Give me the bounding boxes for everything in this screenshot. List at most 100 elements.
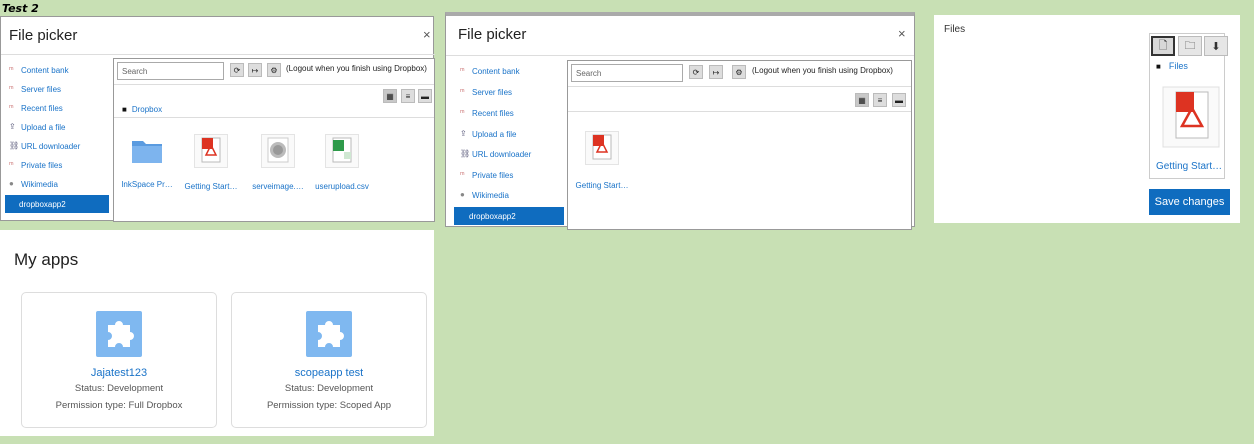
repository-icon: ᵐ	[460, 108, 465, 117]
close-icon[interactable]: ×	[898, 26, 906, 41]
pdf-icon	[1162, 86, 1220, 153]
repository-icon: ᵐ	[460, 66, 465, 75]
save-changes-button[interactable]: Save changes	[1149, 189, 1230, 215]
divider	[114, 117, 434, 118]
nav-private-files[interactable]: ᵐ Private files	[9, 156, 62, 174]
app-name-link[interactable]: Jajatest123	[22, 367, 216, 379]
file-thumbnail[interactable]	[1162, 86, 1220, 148]
app-permission: Permission type: Scoped App	[266, 400, 392, 411]
breadcrumb-dropbox[interactable]: Dropbox	[132, 105, 162, 114]
logout-button[interactable]: ↦	[248, 63, 262, 77]
create-folder-button[interactable]: 🗀	[1178, 36, 1202, 56]
list-view-button[interactable]: ≡	[401, 89, 415, 103]
app-card[interactable]: Jajatest123 Status: Development Permissi…	[21, 292, 217, 428]
pdf-icon	[194, 134, 228, 168]
download-button[interactable]: ⬇	[1204, 36, 1228, 56]
logout-button[interactable]: ↦	[709, 65, 723, 79]
list-view-button[interactable]: ≡	[873, 93, 887, 107]
app-status: Status: Development	[284, 383, 374, 394]
repository-icon: ᵐ	[9, 103, 14, 112]
file-tile[interactable]: Getting Start…	[574, 131, 630, 190]
file-picker-2: File picker × ᵐ Content bank ᵐ Server file…	[445, 12, 915, 230]
nav-content-bank[interactable]: ᵐ Content bank	[9, 61, 69, 79]
icon-view-button[interactable]: ▦	[383, 89, 397, 103]
app-name-link[interactable]: scopeapp test	[232, 367, 426, 379]
link-icon: ⛓	[9, 141, 20, 150]
nav-dropboxapp2[interactable]: dropboxapp2	[454, 207, 564, 225]
divider	[1, 54, 435, 55]
nav-url-downloader[interactable]: ⛓ URL downloader	[9, 137, 80, 155]
nav-server-files[interactable]: ᵐ Server files	[460, 83, 512, 101]
search-input[interactable]: Search	[117, 62, 224, 80]
file-tile[interactable]: InkSpace Pr…	[119, 134, 175, 189]
file-picker-1: File picker × ᵐ Content bank ᵐ Server file…	[0, 16, 435, 222]
files-label: Files	[944, 24, 966, 35]
app-card[interactable]: scopeapp test Status: Development Permis…	[231, 292, 427, 428]
add-file-button[interactable]: 🗋	[1151, 36, 1175, 56]
app-permission: Permission type: Full Dropbox	[55, 400, 183, 411]
my-apps-section: My apps Jajatest123 Status: Development …	[0, 230, 434, 436]
file-tile[interactable]: serveimage.…	[250, 134, 306, 191]
upload-icon: ⇪	[460, 129, 467, 138]
file-browser: Search ⟳ ↦ ⚙ (Logout when you finish usi…	[567, 60, 912, 230]
link-icon: ⛓	[460, 149, 471, 158]
nav-wikimedia[interactable]: ● Wikimedia	[9, 175, 58, 193]
repository-icon: ᵐ	[9, 84, 14, 93]
file-tile[interactable]: userupload.csv	[314, 134, 370, 191]
folder-path: ■ Files	[1156, 61, 1188, 71]
divider	[568, 111, 911, 112]
spreadsheet-icon	[325, 134, 359, 168]
divider	[114, 84, 434, 85]
wikimedia-icon: ●	[460, 190, 465, 199]
app-status: Status: Development	[74, 383, 164, 394]
close-icon[interactable]: ×	[423, 27, 431, 42]
folder-icon: ■	[1156, 61, 1161, 71]
page-title: My apps	[14, 250, 79, 269]
tree-view-button[interactable]: ▬	[418, 89, 432, 103]
file-name[interactable]: Getting Start…	[1156, 161, 1222, 172]
file-picker-title: File picker	[9, 27, 78, 44]
nav-recent-files[interactable]: ᵐ Recent files	[9, 99, 63, 117]
folder-icon: ■	[122, 105, 127, 114]
repository-icon: ᵐ	[460, 170, 465, 179]
search-input[interactable]: Search	[571, 64, 683, 82]
file-tile[interactable]: Getting Start…	[183, 134, 239, 191]
files-panel: Files 🗋 🗀 ⬇ ■ Files Getting Start… Save …	[934, 15, 1240, 223]
image-icon	[261, 134, 295, 168]
nav-upload-file[interactable]: ⇪ Upload a file	[9, 118, 65, 136]
icon-view-button[interactable]: ▦	[855, 93, 869, 107]
nav-url-downloader[interactable]: ⛓ URL downloader	[460, 145, 531, 163]
puzzle-icon	[96, 311, 142, 357]
nav-server-files[interactable]: ᵐ Server files	[9, 80, 61, 98]
folder-link[interactable]: Files	[1169, 61, 1188, 71]
file-manager: 🗋 🗀 ⬇ ■ Files Getting Start…	[1149, 33, 1228, 179]
breadcrumb: ■ Dropbox	[122, 105, 162, 114]
nav-recent-files[interactable]: ᵐ Recent files	[460, 104, 514, 122]
test-label: Test 2	[2, 2, 39, 15]
nav-content-bank[interactable]: ᵐ Content bank	[460, 62, 520, 80]
file-browser: Search ⟳ ↦ ⚙ (Logout when you finish usi…	[113, 58, 435, 222]
repository-nav: ᵐ Content bank ᵐ Server files ᵐ Recent file…	[446, 60, 566, 225]
tree-view-button[interactable]: ▬	[892, 93, 906, 107]
folder-icon	[131, 134, 163, 166]
nav-wikimedia[interactable]: ● Wikimedia	[460, 186, 509, 204]
upload-icon: ⇪	[9, 122, 16, 131]
pdf-icon	[585, 131, 619, 165]
refresh-button[interactable]: ⟳	[689, 65, 703, 79]
settings-button[interactable]: ⚙	[732, 65, 746, 79]
logout-text: (Logout when you finish using Dropbox)	[286, 64, 427, 73]
repository-icon: ᵐ	[460, 87, 465, 96]
repository-icon: ᵐ	[9, 160, 14, 169]
divider	[446, 55, 914, 56]
refresh-button[interactable]: ⟳	[230, 63, 244, 77]
nav-private-files[interactable]: ᵐ Private files	[460, 166, 513, 184]
wikimedia-icon: ●	[9, 179, 14, 188]
repository-nav: ᵐ Content bank ᵐ Server files ᵐ Recent file…	[1, 59, 111, 219]
nav-dropboxapp2[interactable]: dropboxapp2	[5, 195, 109, 213]
divider	[568, 86, 911, 87]
file-picker-title: File picker	[458, 26, 527, 43]
logout-text: (Logout when you finish using Dropbox)	[752, 66, 893, 75]
nav-upload-file[interactable]: ⇪ Upload a file	[460, 125, 516, 143]
puzzle-icon	[306, 311, 352, 357]
settings-button[interactable]: ⚙	[267, 63, 281, 77]
